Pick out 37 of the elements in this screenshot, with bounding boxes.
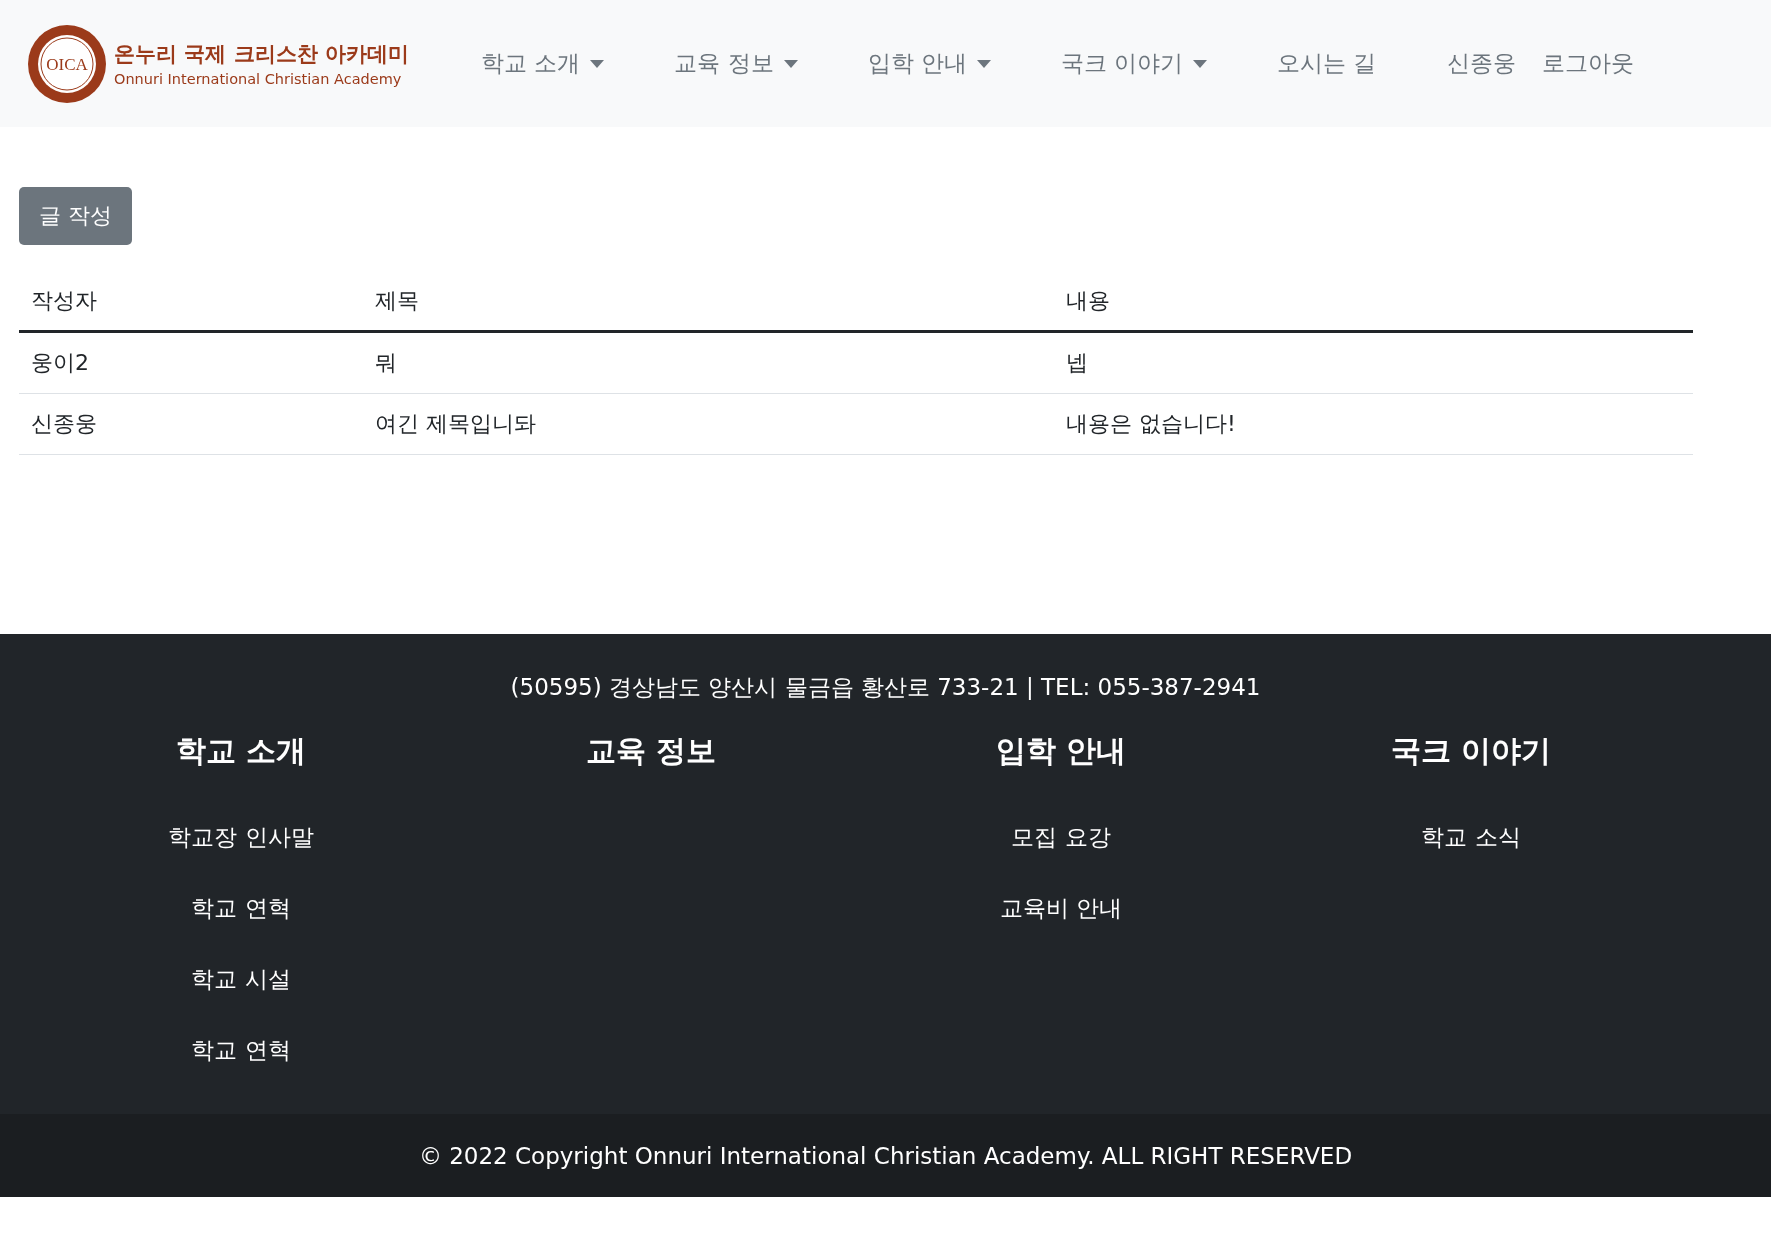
nav-dropdown[interactable]: 입학 안내 — [867, 40, 991, 87]
nav-dropdown[interactable]: 교육 정보 — [674, 40, 798, 87]
write-post-button[interactable]: 글 작성 — [19, 187, 132, 245]
caret-icon — [1193, 59, 1208, 68]
footer-heading: 교육 정보 — [585, 732, 717, 770]
footer-link[interactable]: 학교 소식 — [1421, 822, 1521, 853]
column-header: 내용 — [1054, 276, 1693, 332]
footer-address: (50595) 경상남도 양산시 물금읍 황산로 733-21 | TEL: 055-387-2941 — [509, 673, 1262, 702]
table-cell: 넵 — [1054, 331, 1693, 394]
footer-link[interactable]: 학교장 인사말 — [168, 822, 314, 853]
caret-icon — [976, 59, 991, 68]
table-cell: 웅이2 — [19, 331, 363, 394]
caret-icon — [783, 59, 798, 68]
footer-heading: 입학 안내 — [995, 732, 1127, 770]
nav-dropdown[interactable]: 국크 이야기 — [1060, 40, 1208, 87]
table-cell: 여긴 제목입니돠 — [363, 393, 1054, 455]
footer-link[interactable]: 학교 연혁 — [191, 1035, 291, 1066]
logo-title: 온누리 국제 크리스찬 아카데미 — [114, 41, 409, 68]
footer-link[interactable]: 교육비 안내 — [999, 893, 1123, 924]
copyright-text: © 2022 Copyright Onnuri International Christian Academy. ALL RIGHT RESERVED — [418, 1142, 1353, 1169]
footer-link[interactable]: 모집 요강 — [1011, 822, 1111, 853]
footer-heading: 국크 이야기 — [1390, 732, 1552, 770]
footer-link[interactable]: 학교 연혁 — [191, 893, 291, 924]
table-cell: 뭐 — [363, 331, 1054, 394]
column-header: 작성자 — [19, 276, 363, 332]
caret-icon — [590, 59, 605, 68]
nav-dropdown[interactable]: 학교 소개 — [480, 40, 605, 87]
footer-link[interactable]: 학교 시설 — [191, 964, 291, 995]
nav-link[interactable]: 오시는 길 — [1277, 40, 1377, 87]
table-cell: 내용은 없습니다! — [1054, 393, 1693, 455]
footer-heading: 학교 소개 — [175, 732, 307, 770]
column-header: 제목 — [363, 276, 1054, 332]
logout-link[interactable]: 로그아웃 — [1541, 40, 1634, 87]
table-cell: 신종웅 — [19, 393, 363, 455]
school-seal-logo[interactable]: OICA — [26, 22, 108, 105]
user-name-link[interactable]: 신종웅 — [1446, 40, 1516, 87]
logo-subtitle: Onnuri International Christian Academy — [114, 71, 403, 87]
